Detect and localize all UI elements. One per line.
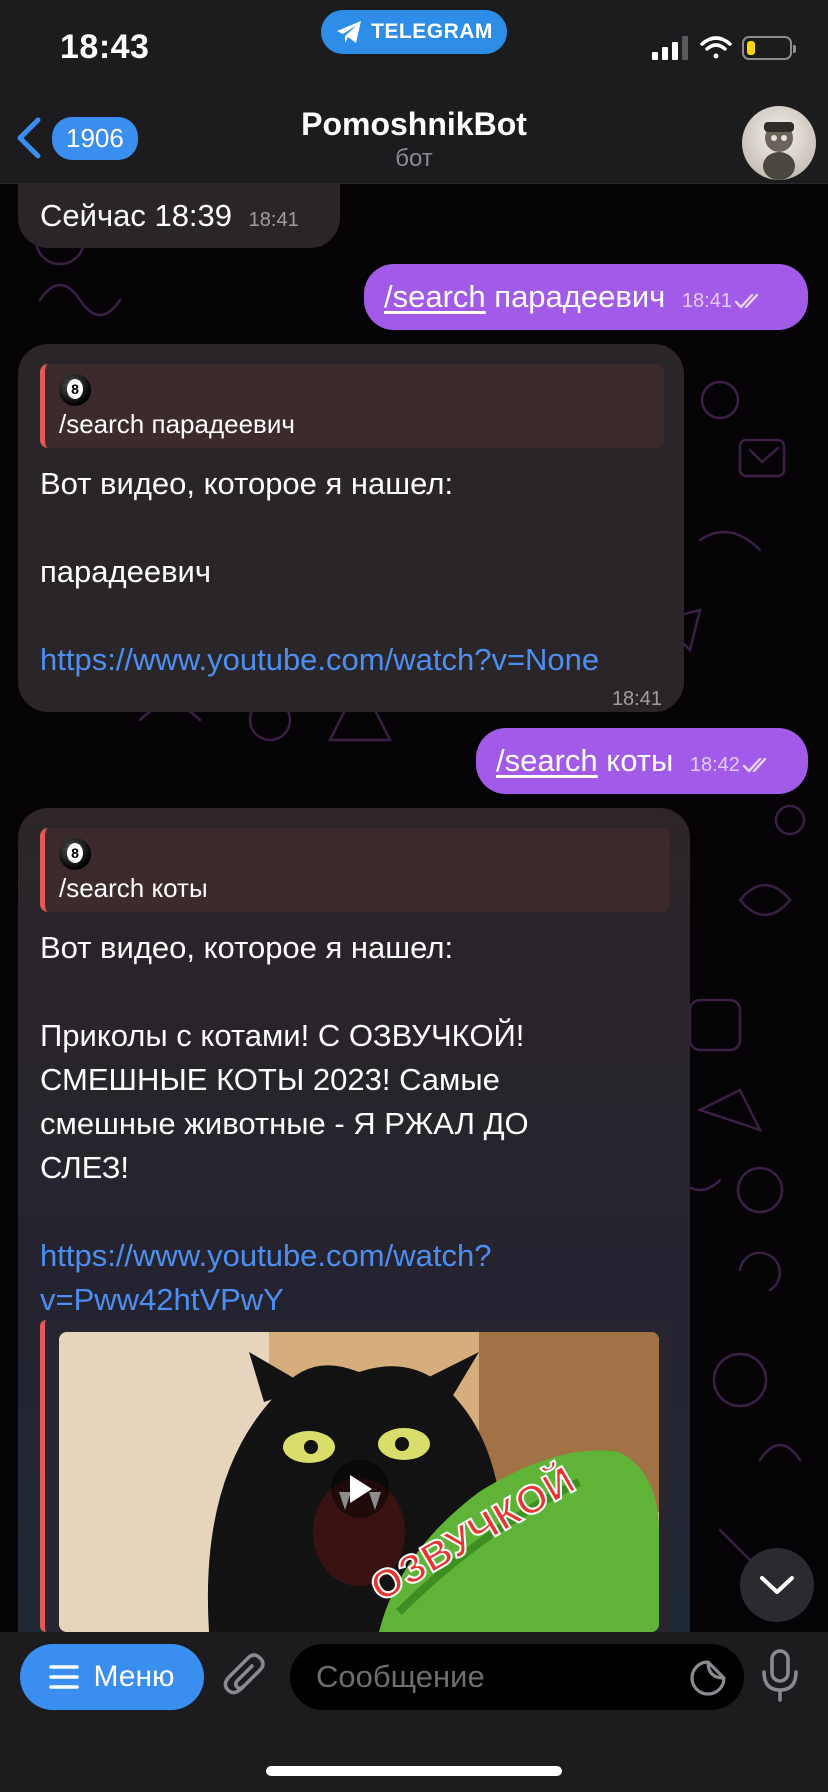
chat-header: 1906 PomoshnikBot бот — [0, 100, 828, 184]
message-text: Вот видео, которое я нашел: — [40, 466, 454, 502]
message-body-line: СЛЕЗ! — [40, 1150, 130, 1186]
menu-icon — [49, 1665, 80, 1689]
paperclip-icon — [223, 1653, 265, 1695]
cellular-signal-icon — [652, 36, 688, 60]
message-text: парадеевич — [40, 554, 212, 590]
unread-count-badge: 1906 — [52, 116, 138, 160]
telegram-pill-label: TELEGRAM — [371, 20, 493, 43]
menu-label: Меню — [93, 1660, 175, 1693]
youtube-link[interactable]: https://www.youtube.com/watch? — [40, 1234, 668, 1278]
8-ball-icon — [59, 374, 91, 407]
bot-avatar[interactable] — [742, 106, 816, 180]
attach-button[interactable] — [222, 1652, 268, 1707]
battery-icon — [742, 36, 796, 60]
command-link[interactable]: /search — [496, 743, 598, 778]
youtube-link[interactable]: v=Pww42htVPwY — [40, 1278, 668, 1322]
message-time: 18:41 — [248, 209, 299, 231]
double-check-icon — [742, 757, 767, 773]
home-indicator — [266, 1766, 562, 1776]
message-outgoing[interactable]: /search коты 18:42 — [476, 728, 808, 794]
reply-text: /search парадеевич — [59, 409, 295, 440]
message-text: Вот видео, которое я нашел: — [40, 930, 454, 966]
play-button[interactable] — [331, 1460, 389, 1518]
battery-level — [747, 41, 755, 55]
scroll-down-button[interactable] — [740, 1548, 814, 1622]
reply-quote[interactable]: /search коты — [40, 828, 670, 913]
reply-text: /search коты — [59, 873, 208, 904]
sticker-button[interactable] — [688, 1658, 728, 1703]
message-body-line: Приколы с котами! С ОЗВУЧКОЙ! — [40, 1018, 525, 1054]
telegram-pill[interactable]: TELEGRAM — [321, 10, 507, 54]
message-time: 18:41 — [681, 290, 732, 312]
message-body-line: СМЕШНЫЕ КОТЫ 2023! Самые — [40, 1062, 500, 1098]
microphone-button[interactable] — [760, 1648, 800, 1707]
clock: 18:43 — [60, 28, 150, 66]
bot-menu-button[interactable]: Меню — [20, 1644, 204, 1710]
reply-quote[interactable]: /search парадеевич — [40, 364, 664, 449]
message-text: коты — [597, 743, 674, 778]
message-outgoing[interactable]: /search парадеевич 18:41 — [364, 264, 808, 330]
message-text: Сейчас 18:39 — [40, 198, 233, 233]
chat-title-area[interactable]: PomoshnikBot бот — [214, 106, 614, 173]
message-incoming[interactable]: Сейчас 18:39 18:41 — [18, 184, 340, 248]
8-ball-icon — [59, 838, 91, 871]
chevron-down-icon — [760, 1576, 794, 1594]
command-link[interactable]: /search — [384, 279, 486, 314]
youtube-link[interactable]: https://www.youtube.com/watch?v=None — [40, 638, 662, 682]
video-thumbnail[interactable]: ОЗВУЧКОЙ — [59, 1332, 659, 1632]
wifi-icon — [700, 36, 732, 59]
message-body-line: смешные животные - Я РЖАЛ ДО — [40, 1106, 529, 1142]
sticker-icon — [690, 1660, 726, 1696]
chat-title: PomoshnikBot — [301, 106, 527, 142]
status-icons — [652, 36, 796, 60]
link-preview[interactable]: ОЗВУЧКОЙ — [40, 1320, 670, 1632]
back-button[interactable]: 1906 — [14, 116, 138, 160]
chat-subtitle: бот — [395, 145, 433, 172]
telegram-icon — [337, 21, 362, 43]
message-incoming[interactable]: /search парадеевич Вот видео, которое я … — [18, 344, 684, 712]
play-icon — [350, 1475, 372, 1503]
message-time: 18:42 — [689, 754, 740, 776]
chevron-left-icon — [17, 117, 41, 159]
message-time: 18:41 — [611, 688, 662, 711]
status-bar: 18:43 TELEGRAM — [0, 0, 828, 100]
microphone-icon — [762, 1649, 798, 1702]
message-text: парадеевич — [485, 279, 666, 314]
message-input[interactable] — [290, 1644, 744, 1710]
double-check-icon — [734, 293, 759, 309]
